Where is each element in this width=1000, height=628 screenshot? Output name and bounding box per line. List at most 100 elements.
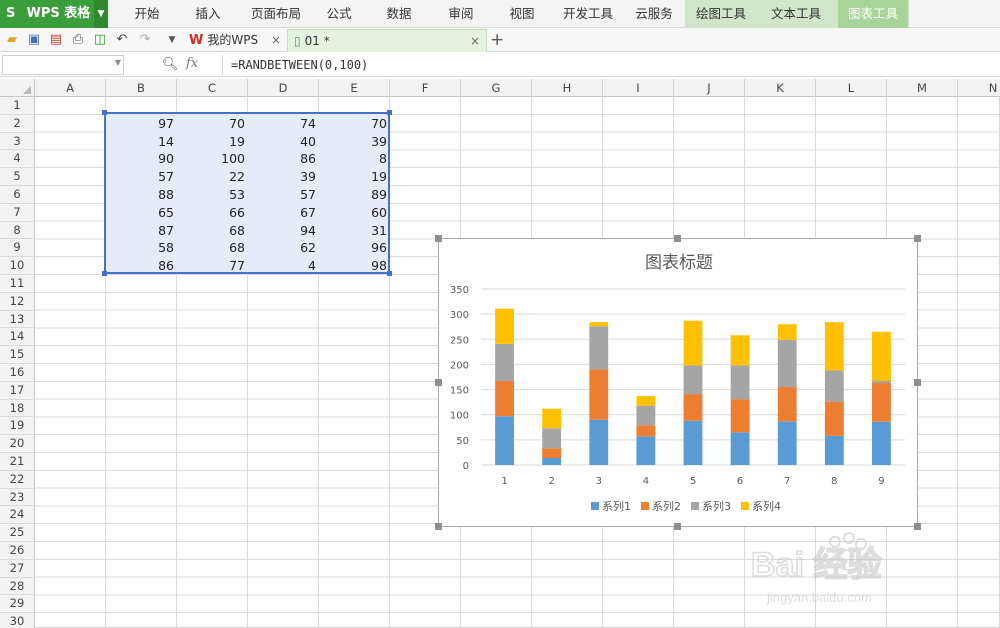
bar-segment-series1-cat6: [730, 432, 750, 465]
x-tick-label: 2: [548, 476, 554, 487]
row-header-9[interactable]: 9: [0, 239, 35, 258]
column-header-m[interactable]: M: [887, 79, 958, 97]
chart-plot-svg: 图表标题 0 50 100 150 200 250 300 350 1 2 3 4 5 6 7 8 9 系列1 系列2…: [450, 253, 905, 513]
chart-resize-handle[interactable]: [435, 523, 442, 530]
chart-title: 图表标题: [645, 253, 713, 273]
legend-label: 系列4: [752, 499, 781, 513]
selection-handle[interactable]: [387, 110, 392, 115]
bar-segment-series4-cat2: [542, 408, 562, 429]
legend-label: 系列3: [702, 499, 731, 513]
column-header-g[interactable]: G: [461, 79, 532, 97]
bar-segment-series2-cat5: [683, 394, 703, 421]
stacked-column-chart[interactable]: 图表标题 0 50 100 150 200 250 300 350 1 2 3 4 5 6 7 8 9 系列1 系列2…: [435, 235, 921, 530]
y-tick-label: 250: [450, 335, 469, 346]
bar-segment-series1-cat9: [872, 421, 891, 465]
bar-segment-series4-cat5: [683, 320, 703, 366]
bar-segment-series4-cat8: [824, 322, 844, 371]
row-header-23[interactable]: 23: [0, 488, 35, 507]
row-header-30[interactable]: 30: [0, 613, 35, 628]
x-tick-label: 1: [501, 476, 507, 487]
column-header-k[interactable]: K: [745, 79, 816, 97]
column-headers: ABCDEFGHIJKLMN: [0, 79, 1000, 97]
column-header-j[interactable]: J: [674, 79, 745, 97]
row-header-10[interactable]: 10: [0, 257, 35, 275]
row-header-5[interactable]: 5: [0, 168, 35, 186]
watermark-brand: Bai 经验: [751, 545, 881, 584]
column-header-b[interactable]: B: [106, 79, 177, 97]
row-header-27[interactable]: 27: [0, 559, 35, 578]
column-header-n[interactable]: N: [958, 79, 1000, 97]
bar-segment-series2-cat3: [589, 369, 609, 420]
baidu-jingyan-watermark: Bai 经验 jingyan.baidu.com: [745, 528, 1000, 628]
bar-segment-series2-cat7: [777, 387, 797, 422]
chart-area[interactable]: 图表标题 0 50 100 150 200 250 300 350 1 2 3 4 5 6 7 8 9 系列1 系列2…: [438, 238, 918, 527]
bar-segment-series3-cat8: [824, 370, 844, 402]
bar-segment-series4-cat7: [777, 324, 797, 340]
column-header-f[interactable]: F: [390, 79, 461, 97]
selection-fill-handle[interactable]: [387, 271, 392, 276]
row-header-18[interactable]: 18: [0, 399, 35, 418]
row-header-21[interactable]: 21: [0, 453, 35, 471]
row-header-4[interactable]: 4: [0, 150, 35, 169]
selection-handle[interactable]: [102, 271, 107, 276]
bar-segment-series4-cat6: [730, 335, 750, 366]
chart-resize-handle[interactable]: [674, 523, 681, 530]
legend-label: 系列1: [602, 499, 631, 513]
y-tick-label: 0: [463, 461, 469, 472]
bar-segment-series3-cat2: [542, 428, 562, 449]
row-header-28[interactable]: 28: [0, 577, 35, 596]
row-header-13[interactable]: 13: [0, 310, 35, 329]
bar-segment-series1-cat1: [495, 416, 514, 465]
row-header-14[interactable]: 14: [0, 328, 35, 347]
x-tick-label: 7: [784, 476, 790, 487]
row-header-2[interactable]: 2: [0, 114, 35, 133]
column-header-d[interactable]: D: [248, 79, 319, 97]
row-header-19[interactable]: 19: [0, 417, 35, 436]
bar-segment-series2-cat1: [495, 381, 514, 417]
row-header-17[interactable]: 17: [0, 381, 35, 400]
chart-resize-handle[interactable]: [435, 379, 442, 386]
y-tick-label: 300: [450, 310, 469, 321]
bar-segment-series1-cat8: [824, 435, 844, 465]
bar-segment-series1-cat7: [777, 421, 797, 465]
row-header-20[interactable]: 20: [0, 435, 35, 453]
selection-handle[interactable]: [102, 110, 107, 115]
chart-resize-handle[interactable]: [435, 235, 442, 242]
bar-segment-series1-cat5: [683, 420, 703, 465]
selection-range-border: [104, 112, 390, 274]
row-header-11[interactable]: 11: [0, 275, 35, 293]
column-header-h[interactable]: H: [532, 79, 603, 97]
column-header-e[interactable]: E: [319, 79, 390, 97]
row-header-26[interactable]: 26: [0, 542, 35, 560]
bar-segment-series1-cat2: [542, 457, 562, 465]
row-header-24[interactable]: 24: [0, 506, 35, 525]
row-header-3[interactable]: 3: [0, 132, 35, 151]
chart-resize-handle[interactable]: [914, 235, 921, 242]
bar-segment-series2-cat8: [824, 401, 844, 436]
row-header-16[interactable]: 16: [0, 364, 35, 382]
column-header-a[interactable]: A: [35, 79, 106, 97]
row-header-8[interactable]: 8: [0, 221, 35, 240]
row-header-1[interactable]: 1: [0, 97, 35, 115]
column-header-l[interactable]: L: [816, 79, 887, 97]
bar-segment-series4-cat9: [872, 331, 891, 382]
column-header-i[interactable]: I: [603, 79, 674, 97]
row-header-6[interactable]: 6: [0, 186, 35, 204]
row-header-12[interactable]: 12: [0, 292, 35, 311]
bar-segment-series1-cat4: [636, 436, 656, 465]
select-all-corner[interactable]: [0, 79, 35, 97]
bar-segment-series2-cat2: [542, 448, 562, 458]
bar-segment-series2-cat4: [636, 425, 656, 437]
row-header-25[interactable]: 25: [0, 524, 35, 542]
chart-resize-handle[interactable]: [674, 235, 681, 242]
row-header-7[interactable]: 7: [0, 203, 35, 222]
bar-segment-series3-cat9: [872, 381, 891, 384]
bar-segment-series3-cat6: [730, 365, 750, 400]
row-header-15[interactable]: 15: [0, 346, 35, 364]
column-header-c[interactable]: C: [177, 79, 248, 97]
bar-segment-series3-cat7: [777, 339, 797, 388]
row-header-22[interactable]: 22: [0, 470, 35, 489]
row-header-29[interactable]: 29: [0, 595, 35, 614]
y-tick-label: 150: [450, 386, 469, 397]
chart-resize-handle[interactable]: [914, 379, 921, 386]
